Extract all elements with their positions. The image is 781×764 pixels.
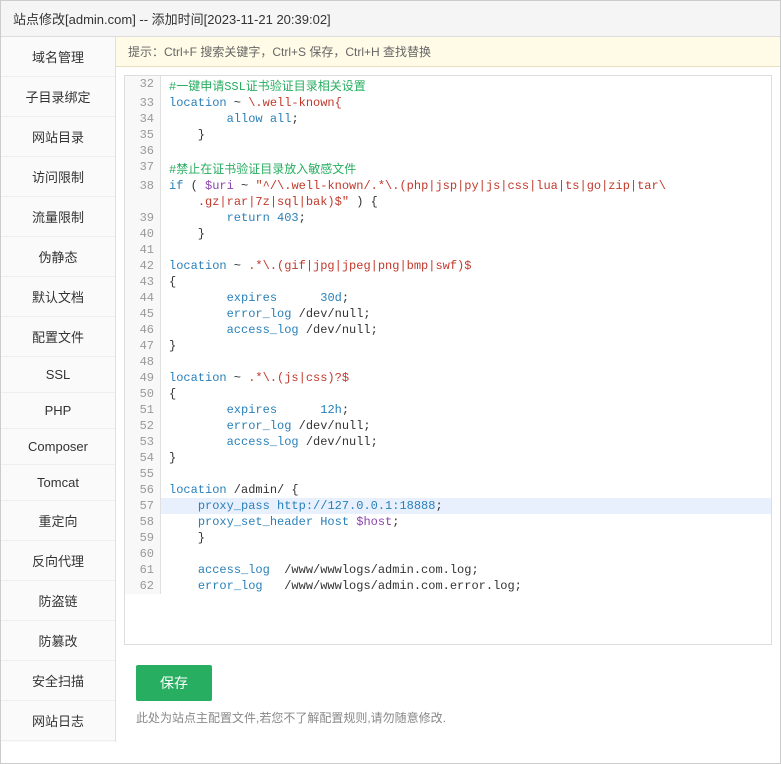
code-line-35: 35 } <box>125 127 771 143</box>
sidebar-item-log[interactable]: 网站日志 <box>1 701 115 741</box>
code-line-59: 59 } <box>125 530 771 546</box>
code-line-41: 41 <box>125 242 771 258</box>
hint-bar: 提示：Ctrl+F 搜索关键字，Ctrl+S 保存，Ctrl+H 查找替换 <box>116 37 780 67</box>
hint-text: 提示：Ctrl+F 搜索关键字，Ctrl+S 保存，Ctrl+H 查找替换 <box>128 45 431 59</box>
code-line-49: 49 location ~ .*\.(js|css)?$ <box>125 370 771 386</box>
code-editor[interactable]: 32 #一键申请SSL证书验证目录相关设置 33 location ~ \.we… <box>124 75 772 645</box>
code-line-61: 61 access_log /www/wwwlogs/admin.com.log… <box>125 562 771 578</box>
code-line-37: 37 #禁止在证书验证目录放入敏感文件 <box>125 159 771 178</box>
sidebar: 域名管理 子目录绑定 网站目录 访问限制 流量限制 伪静态 默认文档 配置文件 … <box>1 37 116 742</box>
sidebar-item-traffic[interactable]: 流量限制 <box>1 197 115 237</box>
sidebar-item-access[interactable]: 访问限制 <box>1 157 115 197</box>
sidebar-item-redirect[interactable]: 重定向 <box>1 501 115 541</box>
code-line-43: 43 { <box>125 274 771 290</box>
window-title: 站点修改[admin.com] -- 添加时间[2023-11-21 20:39… <box>13 12 331 27</box>
code-line-39: 39 return 403; <box>125 210 771 226</box>
code-line-45: 45 error_log /dev/null; <box>125 306 771 322</box>
code-line-47: 47 } <box>125 338 771 354</box>
code-line-62: 62 error_log /www/wwwlogs/admin.com.erro… <box>125 578 771 594</box>
code-line-50: 50 { <box>125 386 771 402</box>
sidebar-item-webdir[interactable]: 网站目录 <box>1 117 115 157</box>
code-line-51: 51 expires 12h; <box>125 402 771 418</box>
content-area: 提示：Ctrl+F 搜索关键字，Ctrl+S 保存，Ctrl+H 查找替换 32… <box>116 37 780 742</box>
code-line-36: 36 <box>125 143 771 159</box>
code-line-52: 52 error_log /dev/null; <box>125 418 771 434</box>
code-line-53: 53 access_log /dev/null; <box>125 434 771 450</box>
code-line-54: 54 } <box>125 450 771 466</box>
code-line-58: 58 proxy_set_header Host $host; <box>125 514 771 530</box>
code-line-44: 44 expires 30d; <box>125 290 771 306</box>
code-line-32: 32 #一键申请SSL证书验证目录相关设置 <box>125 76 771 95</box>
sidebar-item-tomcat[interactable]: Tomcat <box>1 465 115 501</box>
code-line-48: 48 <box>125 354 771 370</box>
code-line-33: 33 location ~ \.well-known{ <box>125 95 771 111</box>
sidebar-item-tamper[interactable]: 防篡改 <box>1 621 115 661</box>
code-line-40: 40 } <box>125 226 771 242</box>
code-line-34: 34 allow all; <box>125 111 771 127</box>
code-line-56: 56 location /admin/ { <box>125 482 771 498</box>
main-window: 站点修改[admin.com] -- 添加时间[2023-11-21 20:39… <box>0 0 781 764</box>
code-line-60: 60 <box>125 546 771 562</box>
sidebar-item-default-doc[interactable]: 默认文档 <box>1 277 115 317</box>
code-line-38b: .gz|rar|7z|sql|bak)$" ) { <box>125 194 771 210</box>
sidebar-item-php[interactable]: PHP <box>1 393 115 429</box>
title-bar: 站点修改[admin.com] -- 添加时间[2023-11-21 20:39… <box>1 1 780 37</box>
sidebar-item-security[interactable]: 安全扫描 <box>1 661 115 701</box>
code-line-38: 38 if ( $uri ~ "^/\.well-known/.*\.(php|… <box>125 178 771 194</box>
main-layout: 域名管理 子目录绑定 网站目录 访问限制 流量限制 伪静态 默认文档 配置文件 … <box>1 37 780 742</box>
footer-area: 保存 此处为站点主配置文件,若您不了解配置规则,请勿随意修改. <box>116 653 780 742</box>
code-line-57: 57 proxy_pass http://127.0.0.1:18888; <box>125 498 771 514</box>
sidebar-item-domain[interactable]: 域名管理 <box>1 37 115 77</box>
sidebar-item-ssl[interactable]: SSL <box>1 357 115 393</box>
code-line-55: 55 <box>125 466 771 482</box>
sidebar-item-reverse-proxy[interactable]: 反向代理 <box>1 541 115 581</box>
sidebar-item-config[interactable]: 配置文件 <box>1 317 115 357</box>
sidebar-item-pseudo[interactable]: 伪静态 <box>1 237 115 277</box>
footer-note: 此处为站点主配置文件,若您不了解配置规则,请勿随意修改. <box>128 705 768 734</box>
sidebar-item-hotlink[interactable]: 防盗链 <box>1 581 115 621</box>
code-line-46: 46 access_log /dev/null; <box>125 322 771 338</box>
save-button[interactable]: 保存 <box>136 665 212 701</box>
code-line-42: 42 location ~ .*\.(gif|jpg|jpeg|png|bmp|… <box>125 258 771 274</box>
sidebar-item-composer[interactable]: Composer <box>1 429 115 465</box>
sidebar-item-subdir[interactable]: 子目录绑定 <box>1 77 115 117</box>
